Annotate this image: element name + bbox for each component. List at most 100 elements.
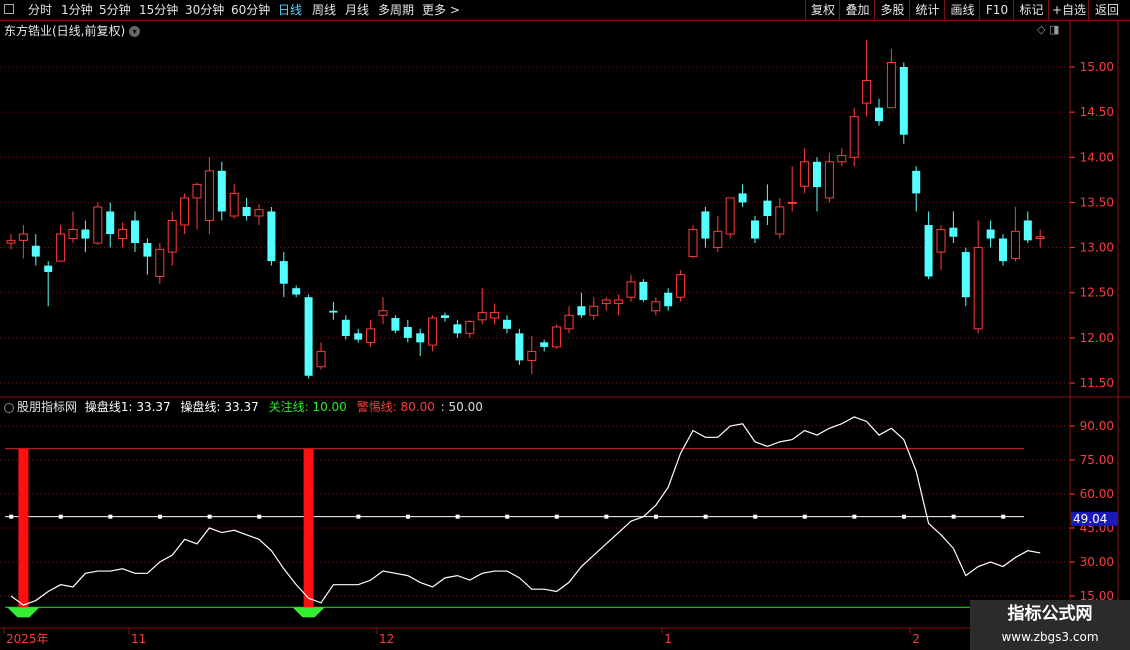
candle-body bbox=[639, 281, 648, 300]
candle-body bbox=[738, 193, 747, 203]
mid-line-marker bbox=[356, 514, 361, 519]
candle-body bbox=[106, 211, 115, 235]
candle-body bbox=[924, 225, 933, 277]
indicator-header: 股朋指标网 操盘线1: 33.37 操盘线: 33.37 关注线: 10.00 … bbox=[4, 398, 483, 415]
candle-body bbox=[503, 319, 511, 329]
candle-body bbox=[813, 161, 821, 188]
candle-body bbox=[936, 229, 946, 253]
price-tick-label: 13.00 bbox=[1080, 241, 1114, 255]
mid-line-marker bbox=[58, 514, 63, 519]
mid-line-marker bbox=[505, 514, 510, 519]
candle-body bbox=[254, 209, 264, 217]
candle-body bbox=[465, 321, 475, 334]
signal-fill bbox=[7, 607, 40, 618]
candle-body bbox=[477, 312, 487, 321]
indicator-tick-label: 60.00 bbox=[1080, 487, 1114, 501]
mid-line-marker bbox=[753, 514, 758, 519]
indicator-name[interactable]: 股朋指标网 bbox=[17, 400, 77, 414]
mid-line-marker bbox=[554, 514, 559, 519]
signal-bar bbox=[303, 448, 314, 608]
candle-body bbox=[701, 211, 710, 239]
mid-line-marker bbox=[604, 514, 609, 519]
candle-body bbox=[453, 324, 462, 334]
candle-body bbox=[676, 274, 686, 298]
price-tick-label: 12.50 bbox=[1080, 286, 1114, 300]
candle-body bbox=[713, 230, 723, 249]
candle-body bbox=[589, 305, 599, 316]
candle-body bbox=[143, 243, 152, 257]
candle-body bbox=[31, 245, 40, 257]
candle-body bbox=[973, 247, 983, 330]
candle-body bbox=[614, 299, 624, 305]
candle-body bbox=[577, 306, 586, 316]
candle-body bbox=[664, 292, 673, 307]
candle-body bbox=[751, 220, 759, 239]
candle-body bbox=[626, 281, 636, 298]
candle-body bbox=[56, 233, 66, 262]
candle-body bbox=[68, 229, 78, 240]
mid-line-marker bbox=[703, 514, 708, 519]
mid-line-marker bbox=[1001, 514, 1006, 519]
candle-body bbox=[131, 220, 139, 244]
candle-body bbox=[862, 80, 872, 104]
candle-body bbox=[527, 350, 537, 361]
indicator-settings-icon[interactable] bbox=[4, 402, 14, 413]
candle-body bbox=[515, 333, 524, 361]
candle-body bbox=[267, 211, 276, 262]
candle-body bbox=[912, 170, 921, 194]
focus-line-value: 关注线: 10.00 bbox=[268, 400, 347, 414]
candle-body bbox=[217, 170, 226, 212]
watermark-title: 指标公式网 bbox=[1007, 604, 1093, 624]
candle-body bbox=[651, 301, 661, 312]
watermark-logo: 指标公式网 www.zbgs3.com bbox=[970, 600, 1130, 650]
candle-body bbox=[1023, 220, 1032, 241]
candle-body bbox=[601, 299, 611, 305]
x-axis-label: 1 bbox=[664, 632, 672, 646]
mid-line-marker bbox=[158, 514, 162, 519]
candle-body bbox=[6, 239, 16, 244]
candle-body bbox=[428, 317, 438, 346]
line1-value: 操盘线1: 33.37 bbox=[84, 400, 171, 414]
mid-line-marker bbox=[9, 514, 14, 519]
candle-body bbox=[366, 328, 376, 343]
candle-body bbox=[378, 310, 388, 316]
price-tick-label: 12.00 bbox=[1080, 331, 1114, 345]
indicator-tick-label: 75.00 bbox=[1080, 453, 1114, 467]
mid-line-marker bbox=[108, 514, 113, 519]
watermark-url: www.zbgs3.com bbox=[1001, 630, 1099, 644]
candle-body bbox=[316, 350, 326, 368]
indicator-line bbox=[10, 416, 1041, 606]
candle-body bbox=[341, 319, 350, 337]
signal-bar bbox=[18, 448, 29, 608]
candle-body bbox=[564, 314, 574, 330]
candle-body bbox=[886, 61, 896, 109]
mid-line-marker bbox=[654, 514, 658, 519]
candle-body bbox=[403, 327, 412, 338]
alert-line-value: 警惕线: 80.00 bbox=[356, 400, 435, 414]
price-tick-label: 14.50 bbox=[1080, 105, 1114, 119]
mid-line-marker bbox=[207, 514, 212, 519]
mid-line-marker bbox=[852, 514, 857, 519]
indicator-tick-label: 90.00 bbox=[1080, 419, 1114, 433]
candle-body bbox=[192, 183, 202, 199]
mid-line-marker bbox=[802, 514, 807, 519]
candle-body bbox=[787, 201, 797, 204]
candle-body bbox=[416, 333, 425, 343]
candle-body bbox=[118, 229, 128, 240]
candle-body bbox=[899, 67, 908, 135]
indicator-tick-label: 30.00 bbox=[1080, 555, 1114, 569]
candle-body bbox=[292, 288, 301, 295]
x-axis-label: 2025年 bbox=[6, 632, 49, 646]
candle-body bbox=[824, 161, 834, 199]
candle-body bbox=[999, 238, 1007, 262]
candle-body bbox=[167, 219, 177, 253]
candle-body bbox=[800, 161, 810, 187]
candle-body bbox=[391, 317, 400, 331]
candle-body bbox=[490, 312, 500, 319]
candle-body bbox=[763, 200, 772, 216]
candle-body bbox=[775, 206, 785, 235]
candle-body bbox=[875, 107, 883, 122]
kline-chart: 15.00 14.50 14.00 13.50 13.00 12.50 12.00 11.50… bbox=[0, 20, 1130, 650]
candle-body bbox=[204, 170, 214, 221]
mid-line-marker bbox=[257, 514, 262, 519]
